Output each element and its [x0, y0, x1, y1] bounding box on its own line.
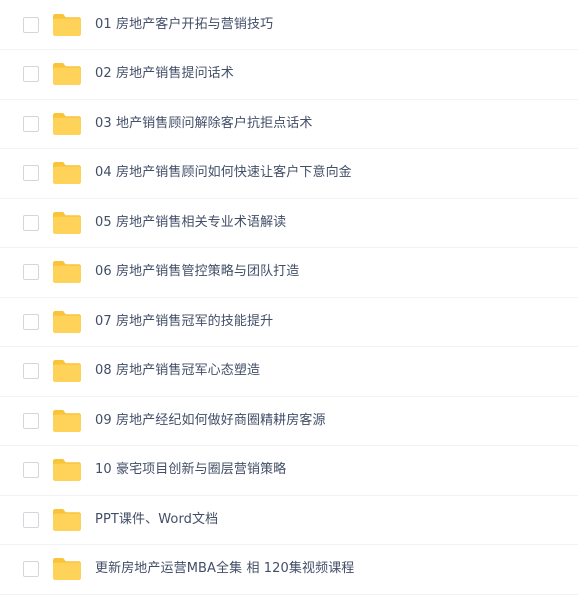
folder-icon: [52, 458, 82, 482]
file-name[interactable]: PPT课件、Word文档: [95, 512, 218, 528]
file-name[interactable]: 02 房地产销售提问话术: [95, 66, 234, 82]
file-row[interactable]: 更新房地产运营MBA全集 相 120集视频课程: [0, 545, 578, 595]
row-checkbox[interactable]: [23, 16, 39, 33]
row-checkbox[interactable]: [23, 511, 39, 528]
folder-icon: [52, 557, 82, 581]
folder-icon: [52, 13, 82, 37]
file-name[interactable]: 04 房地产销售顾问如何快速让客户下意向金: [95, 165, 352, 181]
row-checkbox[interactable]: [23, 363, 39, 380]
file-name[interactable]: 06 房地产销售管控策略与团队打造: [95, 264, 299, 280]
folder-icon: [52, 310, 82, 334]
row-checkbox[interactable]: [23, 462, 39, 479]
folder-icon: [52, 112, 82, 136]
file-row[interactable]: 05 房地产销售相关专业术语解读: [0, 199, 578, 248]
file-name[interactable]: 03 地产销售顾问解除客户抗拒点话术: [95, 116, 312, 132]
file-row[interactable]: 04 房地产销售顾问如何快速让客户下意向金: [0, 149, 578, 199]
file-name[interactable]: 01 房地产客户开拓与营销技巧: [95, 17, 273, 33]
folder-icon: [52, 508, 82, 532]
file-row[interactable]: 01 房地产客户开拓与营销技巧: [0, 0, 578, 50]
file-name[interactable]: 08 房地产销售冠军心态塑造: [95, 363, 260, 379]
file-name[interactable]: 09 房地产经纪如何做好商圈精耕房客源: [95, 413, 326, 429]
row-checkbox[interactable]: [23, 66, 39, 83]
file-row[interactable]: 02 房地产销售提问话术: [0, 50, 578, 100]
file-name[interactable]: 05 房地产销售相关专业术语解读: [95, 215, 286, 231]
file-name[interactable]: 更新房地产运营MBA全集 相 120集视频课程: [95, 561, 354, 577]
file-name[interactable]: 07 房地产销售冠军的技能提升: [95, 314, 273, 330]
file-row[interactable]: 08 房地产销售冠军心态塑造: [0, 347, 578, 397]
row-checkbox[interactable]: [23, 264, 39, 281]
folder-icon: [52, 359, 82, 383]
file-row[interactable]: 10 豪宅项目创新与圈层营销策略: [0, 446, 578, 496]
folder-icon: [52, 161, 82, 185]
file-row[interactable]: 07 房地产销售冠军的技能提升: [0, 298, 578, 347]
row-checkbox[interactable]: [23, 165, 39, 182]
row-checkbox[interactable]: [23, 313, 39, 330]
file-list: 01 房地产客户开拓与营销技巧 02 房地产销售提问话术 03 地产销售顾问解除…: [0, 0, 578, 612]
file-row[interactable]: 06 房地产销售管控策略与团队打造: [0, 248, 578, 298]
file-row[interactable]: 03 地产销售顾问解除客户抗拒点话术: [0, 100, 578, 149]
row-checkbox[interactable]: [23, 214, 39, 231]
file-row[interactable]: 09 房地产经纪如何做好商圈精耕房客源: [0, 397, 578, 446]
row-checkbox[interactable]: [23, 115, 39, 132]
file-row[interactable]: PPT课件、Word文档: [0, 496, 578, 545]
row-checkbox[interactable]: [23, 412, 39, 429]
file-name[interactable]: 10 豪宅项目创新与圈层营销策略: [95, 462, 286, 478]
folder-icon: [52, 409, 82, 433]
folder-icon: [52, 211, 82, 235]
folder-icon: [52, 260, 82, 284]
row-checkbox[interactable]: [23, 561, 39, 578]
folder-icon: [52, 62, 82, 86]
